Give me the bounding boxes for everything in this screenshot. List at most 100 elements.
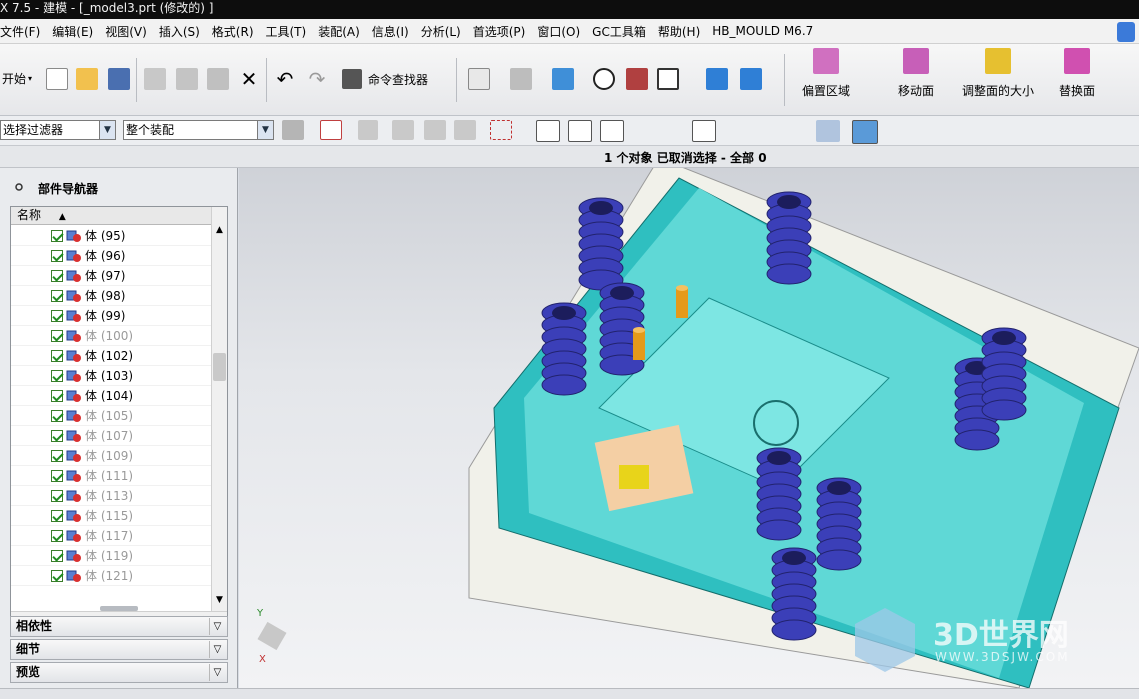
- ejector-spring[interactable]: [771, 547, 817, 641]
- feature-rule-icon[interactable]: [424, 120, 446, 140]
- new-file-icon[interactable]: [46, 68, 68, 90]
- delete-icon[interactable]: ✕: [238, 67, 260, 91]
- snap-body-icon[interactable]: [852, 120, 878, 144]
- ejector-spring[interactable]: [816, 477, 862, 571]
- menu-tools[interactable]: 工具(T): [260, 23, 313, 40]
- move-view-icon[interactable]: [740, 68, 762, 90]
- fit-view-icon[interactable]: [468, 68, 490, 90]
- render-style-icon[interactable]: [593, 68, 615, 90]
- tree-row[interactable]: 体 (99): [11, 306, 211, 326]
- visibility-checkbox[interactable]: [51, 550, 63, 562]
- tree-vertical-scrollbar[interactable]: ▲ ▼: [211, 207, 227, 611]
- orient-view-icon[interactable]: [510, 68, 532, 90]
- column-header-name[interactable]: 名称 ▲: [11, 207, 211, 225]
- help-icon[interactable]: [1117, 22, 1135, 42]
- guide-pin[interactable]: [676, 285, 688, 318]
- copy-icon[interactable]: [176, 68, 198, 90]
- visibility-checkbox[interactable]: [51, 290, 63, 302]
- ejector-spring[interactable]: [766, 191, 812, 285]
- scroll-down-icon[interactable]: ▼: [212, 595, 227, 611]
- slider-insert[interactable]: [619, 465, 649, 489]
- tree-row[interactable]: 体 (113): [11, 486, 211, 506]
- menu-insert[interactable]: 插入(S): [153, 23, 206, 40]
- undo-icon[interactable]: ↶: [274, 67, 296, 91]
- snap-tangent-icon[interactable]: [662, 120, 686, 142]
- visibility-checkbox[interactable]: [51, 410, 63, 422]
- tree-row[interactable]: 体 (117): [11, 526, 211, 546]
- menu-info[interactable]: 信息(I): [366, 23, 415, 40]
- section-dependencies[interactable]: 相依性 ▽: [10, 616, 228, 637]
- snap-cross-icon[interactable]: [756, 120, 780, 142]
- tree-row[interactable]: 体 (104): [11, 386, 211, 406]
- tree-row[interactable]: 体 (105): [11, 406, 211, 426]
- navigator-tree[interactable]: 名称 ▲ 体 (95) 体 (96) 体 (97) 体 (98) 体 (99) 体 (10…: [10, 206, 228, 628]
- visibility-checkbox[interactable]: [51, 350, 63, 362]
- replace-face-button[interactable]: 替换面: [1059, 48, 1095, 99]
- tree-row[interactable]: 体 (115): [11, 506, 211, 526]
- offset-region-button[interactable]: 偏置区域: [802, 48, 850, 99]
- tree-row[interactable]: 体 (100): [11, 326, 211, 346]
- visibility-checkbox[interactable]: [51, 390, 63, 402]
- menu-preferences[interactable]: 首选项(P): [467, 23, 532, 40]
- menu-edit[interactable]: 编辑(E): [46, 23, 99, 40]
- tree-row[interactable]: 体 (96): [11, 246, 211, 266]
- move-face-button[interactable]: 移动面: [898, 48, 934, 99]
- snap-curve-icon[interactable]: [632, 120, 656, 142]
- tree-row[interactable]: 体 (103): [11, 366, 211, 386]
- tree-row[interactable]: 体 (97): [11, 266, 211, 286]
- ejector-spring[interactable]: [541, 302, 587, 396]
- resize-face-button[interactable]: 调整面的大小: [962, 48, 1034, 99]
- visibility-checkbox[interactable]: [51, 310, 63, 322]
- menu-help[interactable]: 帮助(H): [652, 23, 706, 40]
- snap-endpoint-icon[interactable]: [536, 120, 560, 142]
- snap-face-icon[interactable]: [816, 120, 840, 142]
- section-preview[interactable]: 预览 ▽: [10, 662, 228, 683]
- visibility-checkbox[interactable]: [51, 270, 63, 282]
- snap-point-on-curve-icon[interactable]: [786, 120, 810, 142]
- pin-icon[interactable]: [14, 182, 24, 192]
- menu-gc-toolbox[interactable]: GC工具箱: [586, 23, 652, 40]
- snap-center-icon[interactable]: [692, 120, 716, 142]
- save-icon[interactable]: [108, 68, 130, 90]
- visibility-checkbox[interactable]: [51, 510, 63, 522]
- panel-splitter[interactable]: [100, 606, 138, 611]
- visibility-checkbox[interactable]: [51, 330, 63, 342]
- ejector-spring[interactable]: [578, 197, 624, 291]
- edge-display-icon[interactable]: [626, 68, 648, 90]
- snap-point-icon[interactable]: [320, 120, 342, 140]
- orient-icon[interactable]: [706, 68, 728, 90]
- paste-icon[interactable]: [207, 68, 229, 90]
- tree-row[interactable]: 体 (109): [11, 446, 211, 466]
- body-rule-icon[interactable]: [454, 120, 476, 140]
- visibility-checkbox[interactable]: [51, 530, 63, 542]
- snap-circle-icon[interactable]: [724, 120, 748, 142]
- assembly-filter-icon[interactable]: [282, 120, 304, 140]
- scroll-thumb[interactable]: [213, 353, 226, 381]
- cut-icon[interactable]: [144, 68, 166, 90]
- redo-icon[interactable]: ↷: [306, 67, 328, 91]
- visibility-checkbox[interactable]: [51, 230, 63, 242]
- snap-midpoint-icon[interactable]: [600, 120, 624, 142]
- menu-hb-mould[interactable]: HB_MOULD M6.7: [706, 24, 819, 38]
- ejector-spring[interactable]: [981, 327, 1027, 421]
- selection-scope-dropdown[interactable]: 整个装配 ▼: [123, 120, 274, 140]
- tree-row[interactable]: 体 (98): [11, 286, 211, 306]
- menu-analysis[interactable]: 分析(L): [415, 23, 467, 40]
- menu-assembly[interactable]: 装配(A): [312, 23, 366, 40]
- scroll-up-icon[interactable]: ▲: [212, 225, 227, 241]
- tree-row[interactable]: 体 (111): [11, 466, 211, 486]
- start-button[interactable]: 开始 ▾: [2, 70, 32, 87]
- menu-format[interactable]: 格式(R): [206, 23, 260, 40]
- shaded-cube-icon[interactable]: [552, 68, 574, 90]
- graphics-viewport[interactable]: Y X 3D世界网 WWW.3DSJW.COM: [239, 168, 1139, 688]
- visibility-checkbox[interactable]: [51, 370, 63, 382]
- open-folder-icon[interactable]: [76, 68, 98, 90]
- rectangle-select-icon[interactable]: [490, 120, 512, 140]
- tree-row[interactable]: 体 (107): [11, 426, 211, 446]
- visibility-checkbox[interactable]: [51, 450, 63, 462]
- ejector-spring[interactable]: [756, 447, 802, 541]
- background-icon[interactable]: [657, 68, 679, 90]
- selection-filter-dropdown[interactable]: 选择过滤器 ▼: [0, 120, 116, 140]
- tree-row[interactable]: 体 (102): [11, 346, 211, 366]
- face-rule-icon[interactable]: [392, 120, 414, 140]
